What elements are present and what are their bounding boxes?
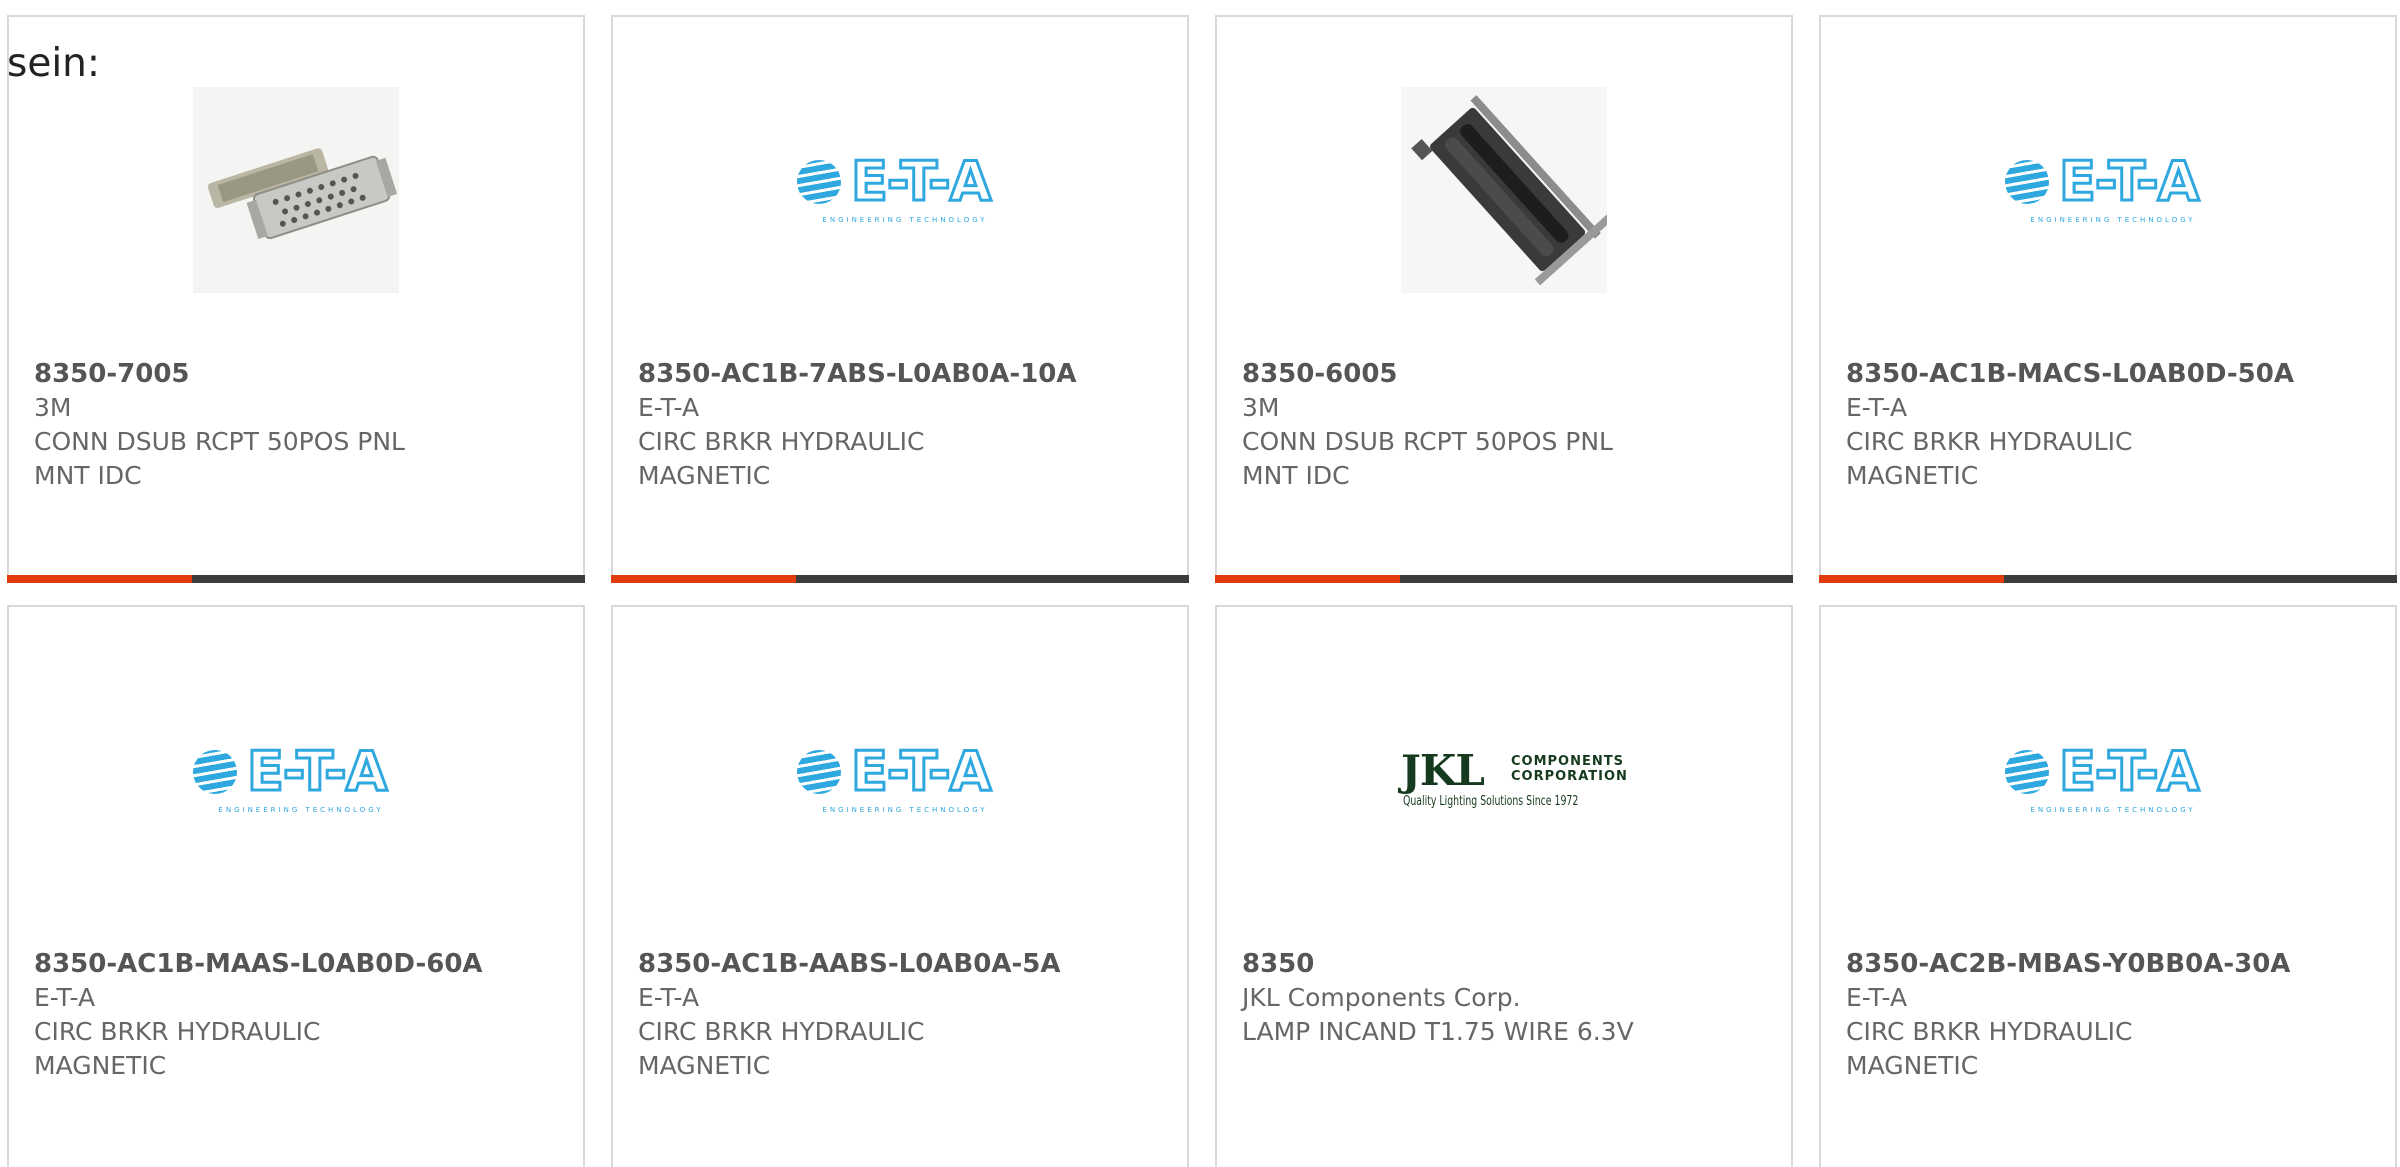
description: LAMP INCAND T1.75 WIRE 6.3V — [1242, 1017, 1634, 1046]
card-progress-bar — [1215, 575, 1793, 583]
product-image[interactable]: E-T-A ENGINEERING TECHNOLOGY — [193, 677, 399, 883]
eta-logo: E-T-A ENGINEERING TECHNOLOGY — [797, 739, 1003, 820]
globe-icon — [797, 750, 841, 794]
eta-logo: E-T-A ENGINEERING TECHNOLOGY — [193, 739, 399, 820]
manufacturer: E-T-A — [1846, 983, 1908, 1012]
globe-icon — [797, 160, 841, 204]
product-photo — [193, 87, 399, 293]
eta-tagline: ENGINEERING TECHNOLOGY — [218, 806, 384, 814]
part-number[interactable]: 8350 — [1242, 947, 1771, 981]
product-card[interactable]: E-T-A ENGINEERING TECHNOLOGY 8350-AC2B-MBA… — [1819, 605, 2397, 1167]
product-image[interactable] — [1401, 87, 1607, 293]
eta-wordmark: E-T-A — [245, 739, 388, 805]
part-number[interactable]: 8350-AC1B-MAAS-L0AB0D-60A — [34, 947, 563, 981]
manufacturer: JKL Components Corp. — [1242, 983, 1521, 1012]
product-info: 8350-6005 3M CONN DSUB RCPT 50POS PNL MNT … — [1242, 357, 1771, 493]
eta-wordmark: E-T-A — [2057, 149, 2200, 215]
page: sein: 8350-7005 3M CONN DSUB RCPT 50POS PN… — [0, 0, 2400, 1167]
product-photo — [1401, 87, 1607, 293]
product-card[interactable]: 8350-7005 3M CONN DSUB RCPT 50POS PNL MNT … — [7, 15, 585, 583]
part-number[interactable]: 8350-6005 — [1242, 357, 1771, 391]
part-number[interactable]: 8350-AC1B-AABS-L0AB0A-5A — [638, 947, 1167, 981]
product-card[interactable]: E-T-A ENGINEERING TECHNOLOGY 8350-AC1B-MAC… — [1819, 15, 2397, 583]
product-info: 8350-7005 3M CONN DSUB RCPT 50POS PNL MNT … — [34, 357, 563, 493]
card-progress-bar — [1819, 575, 2397, 583]
product-card[interactable]: 8350-6005 3M CONN DSUB RCPT 50POS PNL MNT … — [1215, 15, 1793, 583]
jkl-corporation-text: COMPONENTS CORPORATION — [1511, 754, 1628, 784]
intro-text: sein: — [7, 41, 101, 86]
product-image[interactable]: E-T-A ENGINEERING TECHNOLOGY — [2005, 87, 2211, 293]
description: CIRC BRKR HYDRAULIC MAGNETIC — [638, 427, 925, 490]
globe-icon — [193, 750, 237, 794]
manufacturer: 3M — [1242, 393, 1280, 422]
product-info: 8350-AC1B-MAAS-L0AB0D-60A E-T-A CIRC BRKR … — [34, 947, 563, 1083]
description: CIRC BRKR HYDRAULIC MAGNETIC — [1846, 427, 2133, 490]
manufacturer: E-T-A — [1846, 393, 1908, 422]
eta-wordmark: E-T-A — [2057, 739, 2200, 805]
description: CONN DSUB RCPT 50POS PNL MNT IDC — [34, 427, 405, 490]
product-info: 8350 JKL Components Corp. LAMP INCAND T1.7… — [1242, 947, 1771, 1049]
eta-logo: E-T-A ENGINEERING TECHNOLOGY — [2005, 149, 2211, 230]
card-progress-bar — [611, 575, 1189, 583]
part-number[interactable]: 8350-7005 — [34, 357, 563, 391]
manufacturer: E-T-A — [638, 983, 700, 1012]
card-progress-fill — [7, 575, 192, 583]
jkl-logo: JKL COMPONENTS CORPORATION Quality Lighting… — [1401, 746, 1627, 810]
description: CIRC BRKR HYDRAULIC MAGNETIC — [1846, 1017, 2133, 1080]
product-grid: 8350-7005 3M CONN DSUB RCPT 50POS PNL MNT … — [7, 15, 2400, 1167]
product-image[interactable]: E-T-A ENGINEERING TECHNOLOGY — [2005, 677, 2211, 883]
eta-logo: E-T-A ENGINEERING TECHNOLOGY — [797, 149, 1003, 230]
card-progress-fill — [611, 575, 796, 583]
jkl-wordmark: JKL — [1401, 746, 1485, 795]
card-progress-fill — [1215, 575, 1400, 583]
eta-logo: E-T-A ENGINEERING TECHNOLOGY — [2005, 739, 2211, 820]
product-card[interactable]: E-T-A ENGINEERING TECHNOLOGY 8350-AC1B-AAB… — [611, 605, 1189, 1167]
eta-wordmark: E-T-A — [849, 739, 992, 805]
part-number[interactable]: 8350-AC1B-MACS-L0AB0D-50A — [1846, 357, 2375, 391]
eta-tagline: ENGINEERING TECHNOLOGY — [822, 216, 988, 224]
product-card[interactable]: E-T-A ENGINEERING TECHNOLOGY 8350-AC1B-MAA… — [7, 605, 585, 1167]
product-card[interactable]: JKL COMPONENTS CORPORATION Quality Lighting… — [1215, 605, 1793, 1167]
globe-icon — [2005, 160, 2049, 204]
product-image[interactable]: JKL COMPONENTS CORPORATION Quality Lighting… — [1401, 677, 1627, 883]
card-progress-fill — [1819, 575, 2004, 583]
eta-tagline: ENGINEERING TECHNOLOGY — [2030, 806, 2196, 814]
part-number[interactable]: 8350-AC1B-7ABS-L0AB0A-10A — [638, 357, 1167, 391]
product-image[interactable] — [193, 87, 399, 293]
product-info: 8350-AC1B-AABS-L0AB0A-5A E-T-A CIRC BRKR H… — [638, 947, 1167, 1083]
product-card[interactable]: E-T-A ENGINEERING TECHNOLOGY 8350-AC1B-7AB… — [611, 15, 1189, 583]
card-progress-bar — [7, 575, 585, 583]
product-info: 8350-AC1B-MACS-L0AB0D-50A E-T-A CIRC BRKR … — [1846, 357, 2375, 493]
description: CIRC BRKR HYDRAULIC MAGNETIC — [638, 1017, 925, 1080]
globe-icon — [2005, 750, 2049, 794]
product-image[interactable]: E-T-A ENGINEERING TECHNOLOGY — [797, 677, 1003, 883]
manufacturer: E-T-A — [34, 983, 96, 1012]
eta-tagline: ENGINEERING TECHNOLOGY — [822, 806, 988, 814]
part-number[interactable]: 8350-AC2B-MBAS-Y0BB0A-30A — [1846, 947, 2375, 981]
description: CONN DSUB RCPT 50POS PNL MNT IDC — [1242, 427, 1613, 490]
eta-tagline: ENGINEERING TECHNOLOGY — [2030, 216, 2196, 224]
manufacturer: E-T-A — [638, 393, 700, 422]
product-info: 8350-AC1B-7ABS-L0AB0A-10A E-T-A CIRC BRKR … — [638, 357, 1167, 493]
jkl-tagline: Quality Lighting Solutions Since 1972 — [1403, 794, 1579, 809]
description: CIRC BRKR HYDRAULIC MAGNETIC — [34, 1017, 321, 1080]
product-info: 8350-AC2B-MBAS-Y0BB0A-30A E-T-A CIRC BRKR … — [1846, 947, 2375, 1083]
eta-wordmark: E-T-A — [849, 149, 992, 215]
manufacturer: 3M — [34, 393, 72, 422]
product-image[interactable]: E-T-A ENGINEERING TECHNOLOGY — [797, 87, 1003, 293]
